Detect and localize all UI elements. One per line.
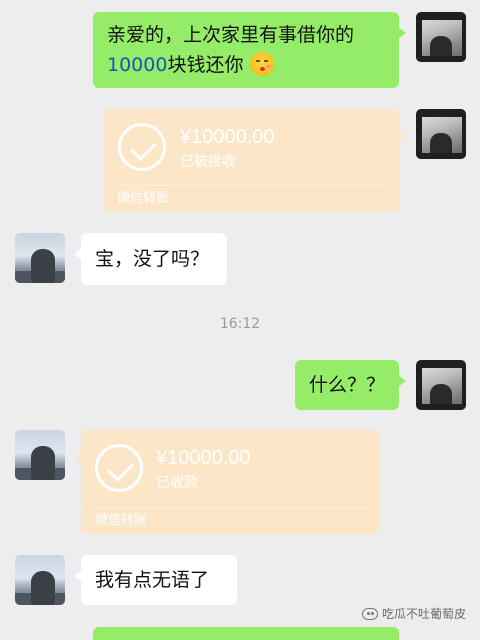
- wechat-transfer-card[interactable]: ¥10000.00 已收款 微信转账: [74, 430, 379, 534]
- transfer-footer-label: 微信转账: [95, 513, 148, 528]
- received-message-bubble[interactable]: 宝，没了吗？: [74, 233, 227, 285]
- message-text: 宝，没了吗？: [95, 248, 210, 270]
- sent-message-bubble[interactable]: 亲爱的，上次家里有事借你的 10000块钱还你: [93, 12, 406, 88]
- transfer-footer-label: 微信转账: [117, 191, 170, 206]
- check-circle-icon: [95, 444, 143, 492]
- contact-avatar[interactable]: [15, 555, 65, 605]
- check-circle-icon: [118, 123, 166, 171]
- message-text-line: 亲爱的，上次家里有事借你的: [107, 24, 355, 46]
- transfer-status: 已收款: [156, 475, 198, 491]
- sent-message-bubble[interactable]: 什么？？: [295, 360, 406, 410]
- kissing-face-emoji-icon: [249, 52, 274, 76]
- my-avatar[interactable]: [416, 109, 466, 159]
- received-message-bubble[interactable]: 我有点无语了: [74, 555, 237, 605]
- my-avatar[interactable]: [416, 12, 466, 62]
- wechat-channel-icon: [361, 607, 378, 620]
- sent-message-bubble[interactable]: [93, 627, 399, 640]
- number-link[interactable]: 10000: [107, 54, 167, 76]
- contact-avatar[interactable]: [15, 233, 65, 283]
- message-text: 什么？？: [309, 374, 386, 396]
- divider: [115, 185, 387, 186]
- message-text: 块钱还你: [167, 54, 244, 76]
- message-text: 我有点无语了: [95, 569, 210, 591]
- divider: [93, 507, 367, 508]
- message-text-line: 10000块钱还你: [107, 50, 385, 80]
- transfer-amount: ¥10000.00: [180, 126, 275, 148]
- watermark: 吃瓜不吐葡萄皮: [361, 605, 466, 622]
- watermark-text: 吃瓜不吐葡萄皮: [381, 607, 466, 621]
- transfer-status: 已被接收: [180, 154, 236, 170]
- wechat-transfer-card[interactable]: ¥10000.00 已被接收 微信转账: [103, 109, 406, 212]
- transfer-amount: ¥10000.00: [156, 447, 251, 469]
- my-avatar[interactable]: [416, 360, 466, 410]
- chat-timestamp: 16:12: [219, 316, 261, 332]
- contact-avatar[interactable]: [15, 430, 65, 480]
